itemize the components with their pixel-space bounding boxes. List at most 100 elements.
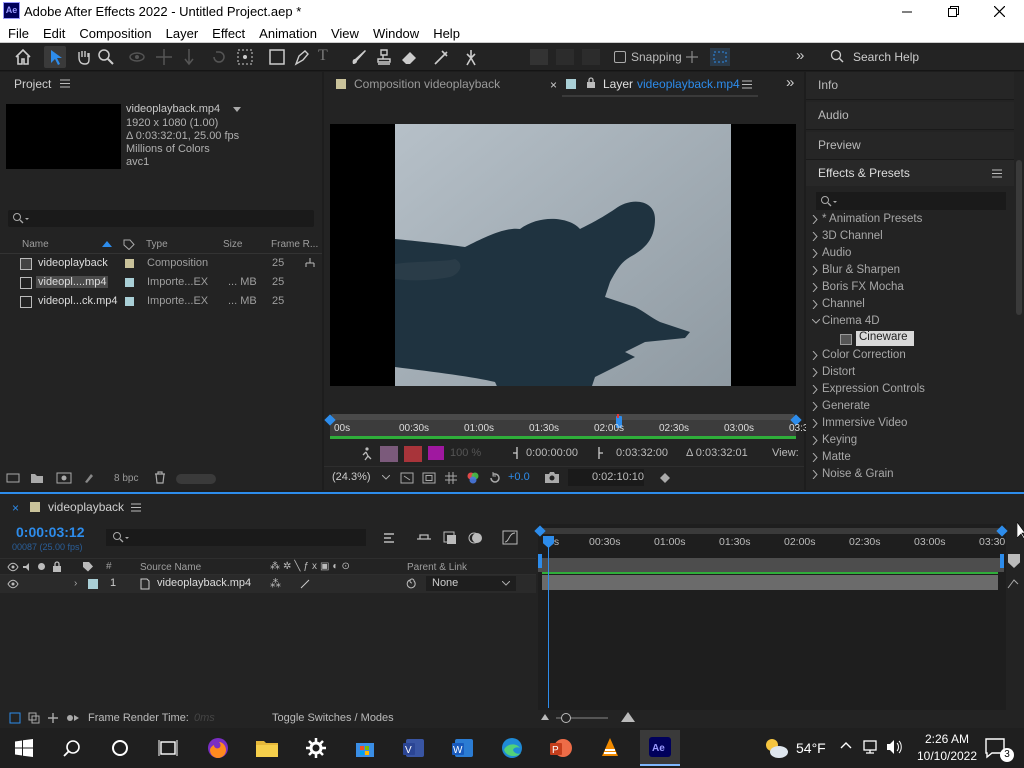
label-color[interactable] bbox=[125, 278, 134, 287]
powerpoint-icon[interactable]: P bbox=[545, 732, 577, 764]
settings-icon[interactable] bbox=[300, 732, 332, 764]
brush-tool-icon[interactable] bbox=[350, 48, 368, 66]
reset-exposure-icon[interactable] bbox=[488, 471, 502, 485]
chevron-down-icon[interactable] bbox=[382, 475, 390, 481]
column-name[interactable]: Name bbox=[22, 239, 49, 250]
render-icon[interactable] bbox=[658, 471, 672, 485]
effects-category[interactable]: Expression Controls bbox=[806, 382, 1010, 399]
parent-dropdown[interactable]: None bbox=[426, 576, 516, 591]
after-effects-taskbar-icon[interactable]: Ae bbox=[640, 730, 680, 766]
effects-category[interactable]: * Animation Presets bbox=[806, 212, 1010, 229]
viewer-time-ruler[interactable]: 00s 00:30s 01:00s 01:30s 02:00s 02:30s 03:00s 0… bbox=[324, 414, 819, 438]
snap-edges-icon[interactable] bbox=[684, 49, 700, 65]
panel-menu-icon[interactable] bbox=[131, 503, 141, 512]
workspace-overflow-icon[interactable]: » bbox=[796, 47, 804, 64]
in-point-time[interactable]: 0:00:00:00 bbox=[526, 447, 578, 459]
project-row[interactable]: videopl...ck.mp4 Importe...EX ... MB 25 bbox=[0, 293, 322, 312]
chevron-right-icon[interactable] bbox=[812, 232, 818, 241]
effects-scrollbar[interactable] bbox=[1016, 160, 1022, 315]
effects-category[interactable]: 3D Channel bbox=[806, 229, 1010, 246]
rotate-tool-icon[interactable] bbox=[210, 48, 228, 66]
in-out-pane-icon[interactable] bbox=[47, 712, 59, 724]
chevron-down-icon[interactable] bbox=[812, 319, 820, 325]
effects-category[interactable]: Blur & Sharpen bbox=[806, 263, 1010, 280]
task-view-button[interactable] bbox=[152, 732, 184, 764]
weather-icon[interactable] bbox=[762, 736, 790, 760]
interpret-footage-icon[interactable] bbox=[6, 472, 20, 484]
column-frame-rate[interactable]: Frame R... bbox=[271, 239, 318, 250]
home-icon[interactable] bbox=[14, 48, 32, 66]
collapse-switch-icon[interactable]: ⁂ bbox=[270, 577, 281, 590]
runner-icon[interactable] bbox=[360, 447, 372, 461]
color-channels-icon[interactable] bbox=[466, 471, 480, 485]
chevron-right-icon[interactable] bbox=[812, 300, 818, 309]
out-point-bracket[interactable] bbox=[1000, 554, 1004, 568]
project-settings-icon[interactable] bbox=[82, 472, 98, 484]
menu-layer[interactable]: Layer bbox=[166, 26, 199, 41]
timeline-timecode[interactable]: 0:00:03:12 bbox=[16, 524, 85, 540]
effects-category[interactable]: Keying bbox=[806, 433, 1010, 450]
chevron-down-icon[interactable] bbox=[233, 107, 241, 113]
solo-switch-icon[interactable] bbox=[38, 563, 45, 570]
maximize-button[interactable] bbox=[930, 0, 976, 23]
layer-name[interactable]: videoplayback.mp4 bbox=[157, 577, 251, 589]
panel-menu-icon[interactable] bbox=[992, 169, 1002, 178]
label-tag-icon[interactable] bbox=[82, 561, 94, 572]
project-row[interactable]: videoplayback Composition 25 bbox=[0, 255, 322, 274]
timeline-search-input[interactable] bbox=[106, 529, 366, 546]
clock-date[interactable]: 10/10/2022 bbox=[912, 749, 982, 763]
effects-category[interactable]: Audio bbox=[806, 246, 1010, 263]
firefox-icon[interactable] bbox=[202, 732, 234, 764]
draft-3d-icon[interactable] bbox=[416, 531, 432, 545]
clock-time[interactable]: 2:26 AM bbox=[916, 732, 978, 746]
bit-depth[interactable]: 8 bpc bbox=[114, 473, 138, 484]
anchor-tool-icon[interactable] bbox=[236, 48, 254, 66]
zoom-dropdown[interactable]: (24.3%) bbox=[332, 471, 371, 483]
set-out-point-icon[interactable] bbox=[596, 446, 604, 460]
viewer-canvas[interactable] bbox=[330, 124, 796, 386]
world-axis-icon[interactable] bbox=[582, 49, 600, 65]
new-composition-icon[interactable] bbox=[56, 472, 72, 484]
panel-menu-icon[interactable] bbox=[60, 79, 70, 88]
label-tag-icon[interactable] bbox=[123, 239, 135, 250]
menu-composition[interactable]: Composition bbox=[79, 26, 151, 41]
chevron-right-icon[interactable] bbox=[812, 351, 818, 360]
close-tab-icon[interactable]: × bbox=[12, 501, 19, 515]
chevron-right-icon[interactable] bbox=[812, 470, 818, 479]
puppet-tool-icon[interactable] bbox=[462, 48, 480, 66]
flowchart-icon[interactable] bbox=[304, 257, 316, 269]
chevron-right-icon[interactable] bbox=[812, 215, 818, 224]
edge-icon[interactable] bbox=[496, 732, 528, 764]
project-search-input[interactable] bbox=[8, 210, 314, 227]
out-point-time[interactable]: 0:03:32:00 bbox=[616, 447, 668, 459]
chevron-right-icon[interactable] bbox=[812, 368, 818, 377]
layer-switches-pane-icon[interactable] bbox=[9, 712, 21, 724]
zoom-out-icon[interactable] bbox=[540, 712, 550, 722]
set-in-point-icon[interactable] bbox=[512, 446, 520, 460]
zoom-tool-icon[interactable] bbox=[97, 48, 115, 66]
lock-icon[interactable] bbox=[52, 561, 62, 573]
chevron-right-icon[interactable] bbox=[812, 436, 818, 445]
video-switch-icon[interactable] bbox=[7, 562, 19, 572]
visibility-eye-icon[interactable] bbox=[7, 579, 19, 589]
current-time-display[interactable]: 0:02:10:10 bbox=[568, 469, 644, 486]
snapshot-icon[interactable] bbox=[544, 471, 560, 484]
timeline-nav-right[interactable] bbox=[1008, 554, 1020, 568]
search-help-icon[interactable] bbox=[830, 49, 844, 63]
effects-item-cineware[interactable]: Cineware bbox=[806, 331, 1010, 348]
playhead-line[interactable] bbox=[548, 536, 549, 708]
menu-edit[interactable]: Edit bbox=[43, 26, 65, 41]
chevron-right-icon[interactable] bbox=[812, 249, 818, 258]
parent-link-header[interactable]: Parent & Link bbox=[407, 562, 467, 573]
toggle-switches-modes[interactable]: Toggle Switches / Modes bbox=[272, 712, 394, 724]
column-type[interactable]: Type bbox=[146, 239, 168, 250]
effects-search-input[interactable] bbox=[816, 192, 1006, 210]
volume-icon[interactable] bbox=[886, 739, 904, 755]
effects-panel-header[interactable]: Effects & Presets bbox=[806, 160, 1014, 186]
show-motion-icon[interactable] bbox=[404, 446, 422, 462]
network-icon[interactable] bbox=[862, 739, 880, 755]
audio-switch-icon[interactable] bbox=[22, 562, 34, 572]
delete-icon[interactable] bbox=[154, 471, 166, 484]
column-size[interactable]: Size bbox=[223, 239, 242, 250]
quality-switch-icon[interactable] bbox=[300, 579, 310, 589]
